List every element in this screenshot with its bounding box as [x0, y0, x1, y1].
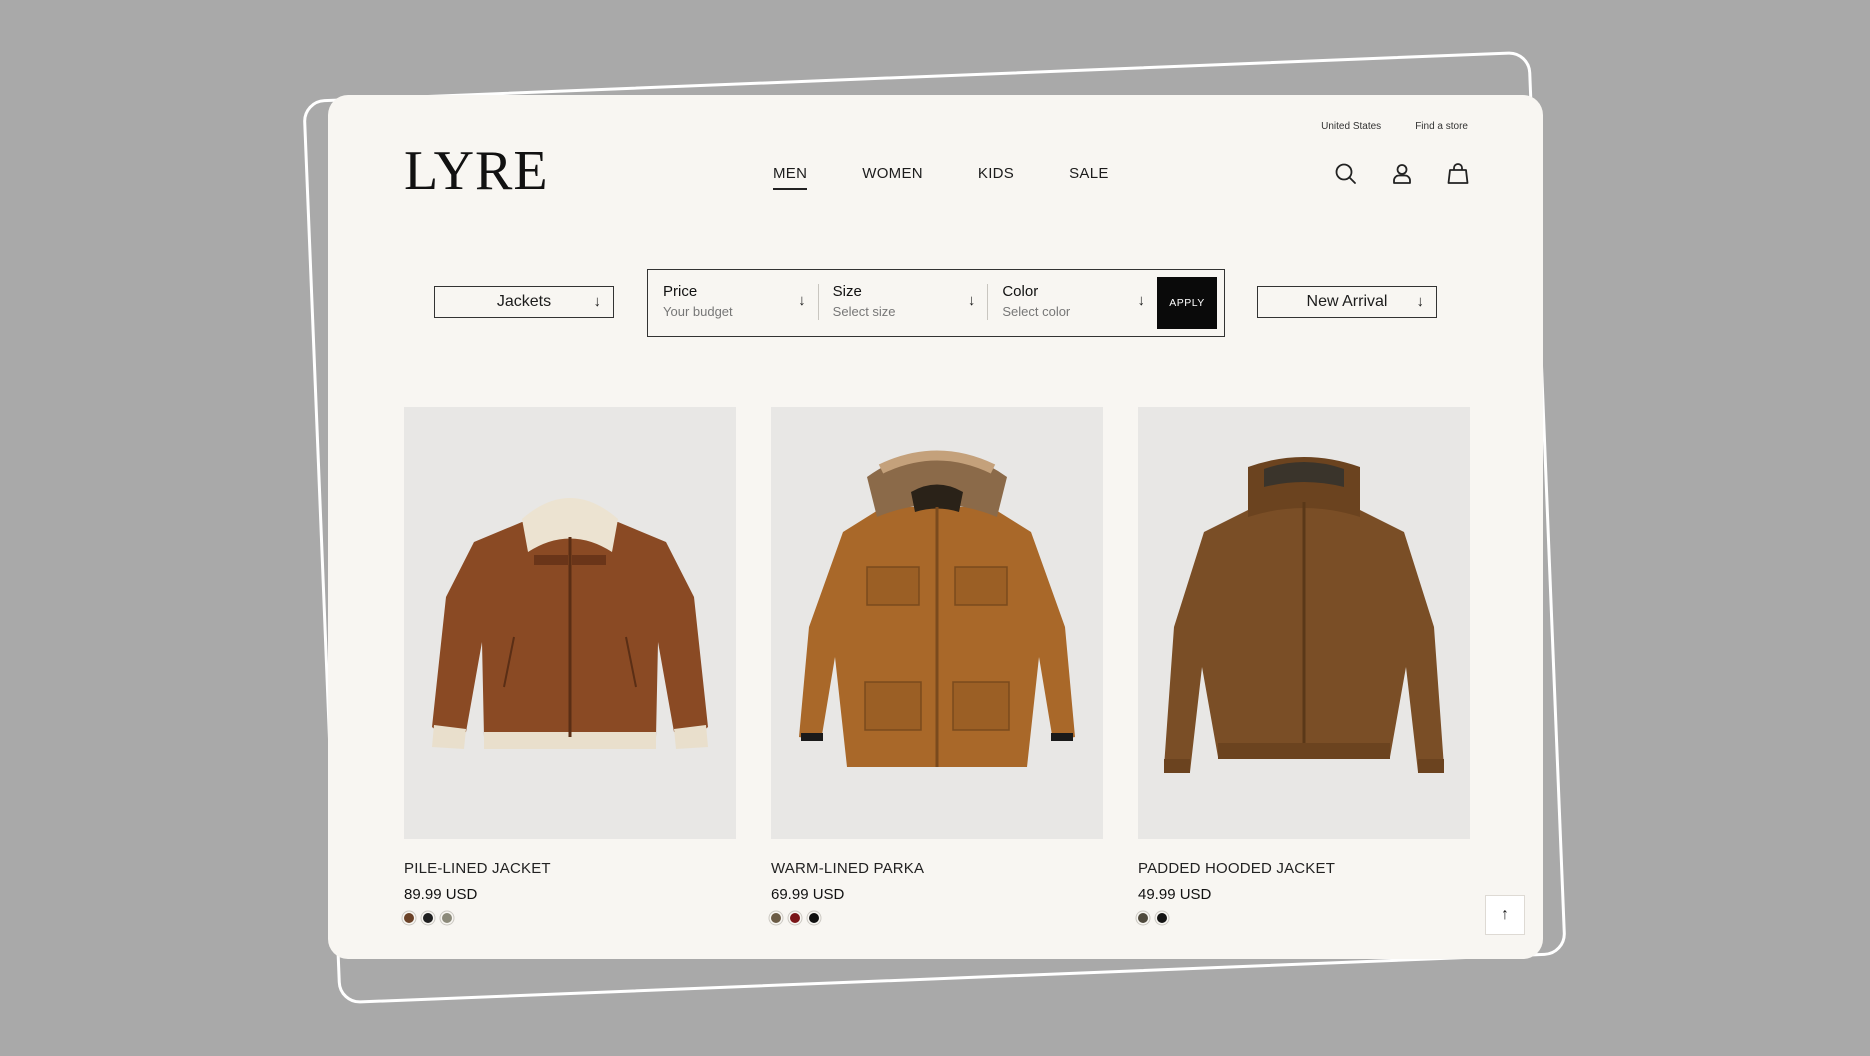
utility-links: United States Find a store	[1321, 121, 1468, 132]
user-icon[interactable]	[1389, 161, 1415, 187]
arrow-down-icon: ↓	[1137, 292, 1146, 309]
size-filter[interactable]: Size Select size ↓	[817, 270, 988, 336]
filter-bar: Price Your budget ↓ Size Select size ↓ C…	[647, 269, 1225, 337]
price-filter-placeholder: Your budget	[663, 304, 733, 319]
main-nav: MEN WOMEN KIDS SALE	[773, 165, 1109, 190]
product-image-pile-lined-jacket[interactable]	[404, 407, 736, 839]
product-price: 89.99 USD	[404, 886, 478, 903]
storefront-window: United States Find a store LYRE MEN WOME…	[328, 95, 1543, 959]
color-filter[interactable]: Color Select color ↓	[987, 270, 1157, 336]
region-link[interactable]: United States	[1321, 121, 1381, 132]
arrow-down-icon: ↓	[1416, 293, 1425, 310]
product-price: 69.99 USD	[771, 886, 845, 903]
bag-icon[interactable]	[1445, 161, 1471, 187]
sort-value: New Arrival	[1306, 293, 1388, 310]
arrow-down-icon: ↓	[593, 293, 602, 310]
color-filter-label: Color	[1002, 283, 1039, 300]
arrow-down-icon: ↓	[967, 292, 976, 309]
nav-item-women[interactable]: WOMEN	[862, 165, 923, 190]
product-name[interactable]: WARM-LINED PARKA	[771, 860, 1103, 877]
search-icon[interactable]	[1333, 161, 1359, 187]
apply-button[interactable]: APPLY	[1157, 277, 1218, 329]
price-filter[interactable]: Price Your budget ↓	[648, 270, 818, 336]
product-name[interactable]: PADDED HOODED JACKET	[1138, 860, 1470, 877]
color-swatch[interactable]	[423, 913, 433, 923]
arrow-down-icon: ↓	[798, 292, 806, 309]
category-dropdown[interactable]: Jackets ↓	[434, 286, 614, 318]
color-swatches	[771, 913, 1103, 923]
product-image-warm-lined-parka[interactable]	[771, 407, 1103, 839]
header-icons	[1333, 161, 1471, 187]
size-filter-placeholder: Select size	[832, 304, 896, 319]
nav-item-kids[interactable]: KIDS	[978, 165, 1014, 190]
color-swatch[interactable]	[790, 913, 800, 923]
color-swatch[interactable]	[442, 913, 452, 923]
color-swatch[interactable]	[1138, 913, 1148, 923]
sort-dropdown[interactable]: New Arrival ↓	[1257, 286, 1437, 318]
size-filter-label: Size	[832, 283, 862, 300]
nav-item-sale[interactable]: SALE	[1069, 165, 1109, 190]
price-filter-label: Price	[663, 283, 698, 300]
product-card[interactable]: PADDED HOODED JACKET 49.99 USD	[1138, 407, 1470, 923]
product-name[interactable]: PILE-LINED JACKET	[404, 860, 736, 877]
color-swatches	[404, 913, 736, 923]
color-swatch[interactable]	[771, 913, 781, 923]
find-store-link[interactable]: Find a store	[1415, 121, 1468, 132]
nav-item-men[interactable]: MEN	[773, 165, 808, 190]
product-card[interactable]: PILE-LINED JACKET 89.99 USD	[404, 407, 736, 923]
color-filter-placeholder: Select color	[1002, 304, 1071, 319]
product-card[interactable]: WARM-LINED PARKA 69.99 USD	[771, 407, 1103, 923]
color-swatch[interactable]	[404, 913, 414, 923]
arrow-up-icon: ↑	[1501, 906, 1509, 923]
color-swatch[interactable]	[809, 913, 819, 923]
category-value: Jackets	[496, 293, 552, 310]
product-image-padded-hooded-jacket[interactable]	[1138, 407, 1470, 839]
product-price: 49.99 USD	[1138, 886, 1212, 903]
color-swatch[interactable]	[1157, 913, 1167, 923]
color-swatches	[1138, 913, 1470, 923]
brand-logo[interactable]: LYRE	[404, 139, 549, 203]
back-to-top-button[interactable]: ↑	[1485, 895, 1525, 935]
